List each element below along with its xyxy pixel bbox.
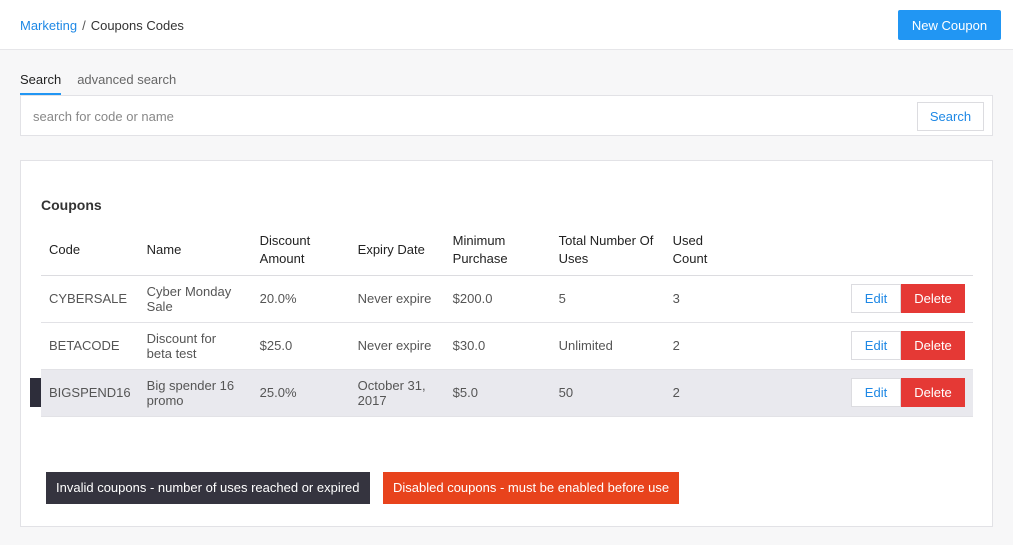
coupon-discount: $25.0: [251, 322, 350, 370]
selected-row-marker: [30, 378, 41, 407]
edit-button[interactable]: Edit: [851, 331, 901, 360]
breadcrumb-separator: /: [82, 18, 86, 33]
table-row: BIGSPEND16 Big spender 16 promo 25.0% Oc…: [41, 369, 973, 417]
search-button[interactable]: Search: [917, 102, 984, 131]
legend-disabled-coupons: Disabled coupons - must be enabled befor…: [383, 472, 680, 504]
delete-button[interactable]: Delete: [901, 284, 965, 313]
row-actions: Edit Delete: [744, 322, 973, 370]
coupon-used-count: 2: [664, 322, 745, 370]
coupons-table: Code Name Discount Amount Expiry Date Mi…: [41, 225, 973, 417]
search-tabs: Search advanced search: [20, 72, 192, 96]
coupon-expiry: Never expire: [349, 275, 445, 323]
coupon-used-count: 2: [664, 369, 745, 417]
table-row: BETACODE Discount for beta test $25.0 Ne…: [41, 322, 973, 370]
coupon-minimum: $30.0: [444, 322, 551, 370]
column-header-discount: Discount Amount: [251, 225, 350, 276]
coupon-used-count: 3: [664, 275, 745, 323]
column-header-used-count: Used Count: [664, 225, 745, 276]
coupon-discount: 25.0%: [251, 369, 350, 417]
coupon-discount: 20.0%: [251, 275, 350, 323]
search-box: Search: [20, 95, 993, 136]
column-header-code: Code: [41, 225, 139, 276]
column-header-actions: [744, 225, 973, 276]
coupon-minimum: $5.0: [444, 369, 551, 417]
coupon-code: BIGSPEND16: [41, 369, 139, 417]
column-header-minimum: Minimum Purchase: [444, 225, 551, 276]
delete-button[interactable]: Delete: [901, 331, 965, 360]
coupons-title: Coupons: [41, 197, 102, 213]
coupon-total-uses: 5: [550, 275, 665, 323]
breadcrumb-marketing-link[interactable]: Marketing: [20, 18, 77, 33]
edit-button[interactable]: Edit: [851, 378, 901, 407]
column-header-name: Name: [138, 225, 252, 276]
coupon-name: Cyber Monday Sale: [138, 275, 252, 323]
page-title: Coupons Codes: [90, 18, 184, 33]
tab-advanced-search[interactable]: advanced search: [77, 72, 176, 93]
table-row: CYBERSALE Cyber Monday Sale 20.0% Never …: [41, 275, 973, 323]
table-header-row: Code Name Discount Amount Expiry Date Mi…: [41, 225, 973, 276]
new-coupon-button[interactable]: New Coupon: [898, 10, 1001, 40]
breadcrumb: Marketing / Coupons Codes: [20, 18, 184, 33]
edit-button[interactable]: Edit: [851, 284, 901, 313]
coupon-name: Big spender 16 promo: [138, 369, 252, 417]
top-bar: Marketing / Coupons Codes New Coupon: [0, 0, 1013, 50]
legend-invalid-coupons: Invalid coupons - number of uses reached…: [46, 472, 370, 504]
search-input[interactable]: [33, 105, 733, 127]
coupon-total-uses: 50: [550, 369, 665, 417]
column-header-expiry: Expiry Date: [349, 225, 445, 276]
delete-button[interactable]: Delete: [901, 378, 965, 407]
row-actions: Edit Delete: [744, 275, 973, 323]
column-header-total-uses: Total Number Of Uses: [550, 225, 665, 276]
coupon-expiry: Never expire: [349, 322, 445, 370]
coupon-code: CYBERSALE: [41, 275, 139, 323]
tab-search[interactable]: Search: [20, 72, 62, 95]
coupon-minimum: $200.0: [444, 275, 551, 323]
coupon-total-uses: Unlimited: [550, 322, 665, 370]
coupon-expiry: October 31, 2017: [349, 369, 445, 417]
row-actions: Edit Delete: [744, 369, 973, 417]
coupons-panel: Coupons Code Name Discount Amount Expiry…: [20, 160, 993, 527]
coupon-code: BETACODE: [41, 322, 139, 370]
coupon-name: Discount for beta test: [138, 322, 252, 370]
